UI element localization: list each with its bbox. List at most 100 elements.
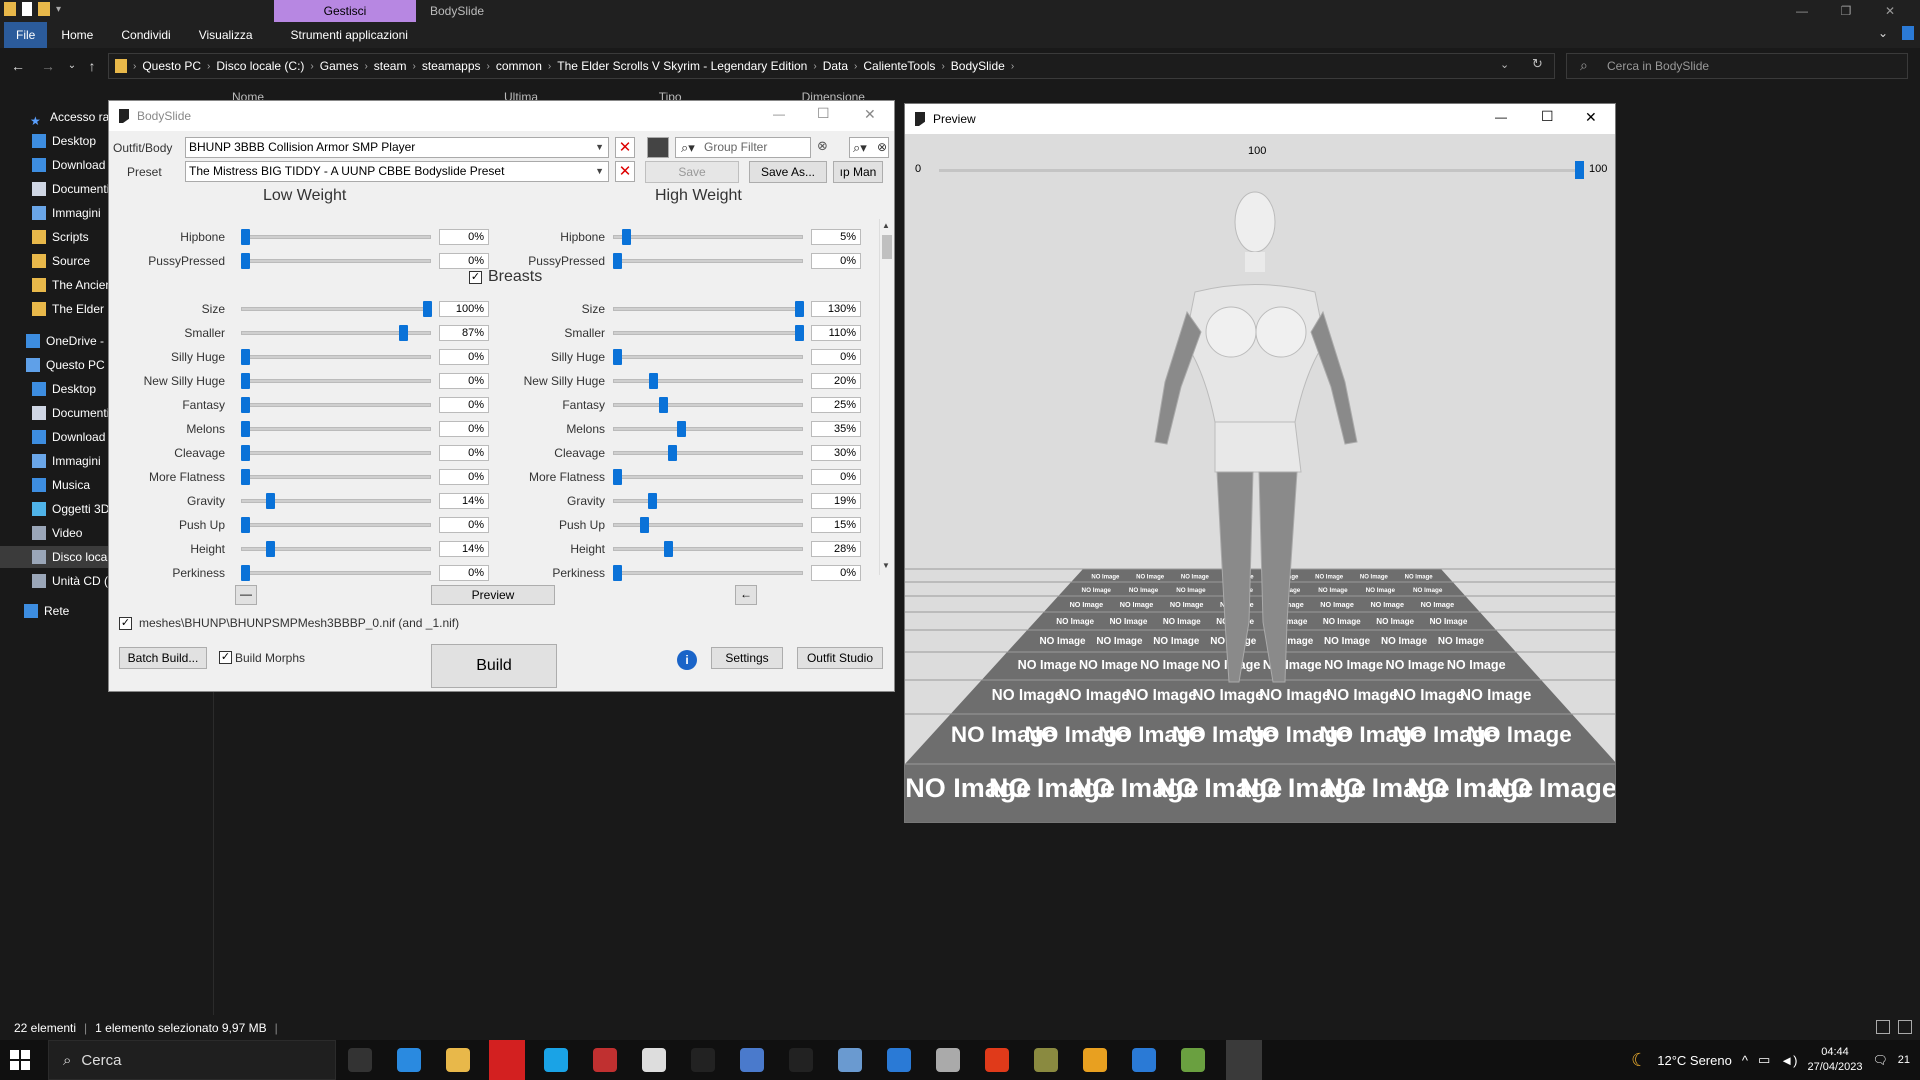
- restore-icon[interactable]: ❐: [1824, 0, 1868, 22]
- slider-value-input[interactable]: 5%: [811, 229, 861, 245]
- app-icon[interactable]: [1181, 1048, 1205, 1072]
- nav-item-17[interactable]: Video: [32, 522, 82, 544]
- app-icon[interactable]: [691, 1048, 715, 1072]
- scroll-down-icon[interactable]: ▼: [882, 561, 890, 570]
- breadcrumb-games[interactable]: Games: [320, 59, 359, 73]
- slider-track[interactable]: [241, 379, 431, 383]
- breadcrumb-skyrim[interactable]: The Elder Scrolls V Skyrim - Legendary E…: [557, 59, 807, 73]
- help-icon[interactable]: [1902, 26, 1914, 40]
- slider-value-input[interactable]: 15%: [811, 517, 861, 533]
- slider-track[interactable]: [241, 307, 431, 311]
- nav-item-5[interactable]: Scripts: [32, 226, 89, 248]
- slider-track[interactable]: [613, 403, 803, 407]
- slider-thumb[interactable]: [676, 421, 686, 437]
- clear-outfit-filter-icon[interactable]: ⊗: [877, 138, 887, 157]
- back-arrow-icon[interactable]: ←: [8, 56, 28, 76]
- slider-track[interactable]: [241, 571, 431, 575]
- slider-track[interactable]: [613, 331, 803, 335]
- skype-icon[interactable]: [544, 1048, 568, 1072]
- scroll-up-icon[interactable]: ▲: [882, 221, 890, 230]
- slider-thumb[interactable]: [241, 397, 250, 413]
- slider-track[interactable]: [241, 259, 431, 263]
- close-icon[interactable]: ✕: [1585, 109, 1597, 126]
- nav-item-14[interactable]: Immagini: [32, 450, 101, 472]
- slider-thumb[interactable]: [647, 493, 657, 509]
- slider-track[interactable]: [613, 475, 803, 479]
- address-bar[interactable]: › Questo PC › Disco locale (C:) › Games › s…: [108, 53, 1555, 79]
- address-dropdown-icon[interactable]: ⌄: [1500, 58, 1509, 71]
- close-icon[interactable]: ✕: [1868, 0, 1912, 22]
- minus-low-button[interactable]: —: [235, 585, 257, 605]
- forward-arrow-icon[interactable]: →: [38, 56, 58, 76]
- slider-track[interactable]: [241, 523, 431, 527]
- slider-value-input[interactable]: 0%: [811, 349, 861, 365]
- app-icon[interactable]: [1132, 1048, 1156, 1072]
- slider-thumb[interactable]: [613, 349, 622, 365]
- nav-item-4[interactable]: Immagini: [32, 202, 101, 224]
- choose-group-icon[interactable]: [647, 137, 669, 158]
- outfit-body-select[interactable]: BHUNP 3BBB Collision Armor SMP Player ▼: [185, 137, 609, 158]
- properties-icon[interactable]: [22, 2, 32, 16]
- outfit-filter-input[interactable]: ⌕▾ ⊗: [849, 137, 889, 158]
- slider-track[interactable]: [241, 355, 431, 359]
- tab-file[interactable]: File: [4, 22, 48, 48]
- slider-track[interactable]: [613, 451, 803, 455]
- slider-value-input[interactable]: 0%: [811, 253, 861, 269]
- slider-value-input[interactable]: 130%: [811, 301, 861, 317]
- app-icon[interactable]: [1083, 1048, 1107, 1072]
- info-icon[interactable]: i: [677, 650, 697, 670]
- slider-value-input[interactable]: 20%: [811, 373, 861, 389]
- mesh-output-checkbox[interactable]: ✓: [119, 617, 132, 630]
- nav-item-1[interactable]: Desktop: [32, 130, 96, 152]
- explorer-search-input[interactable]: Cerca in BodySlide: [1566, 53, 1908, 79]
- minimize-icon[interactable]: —: [1780, 0, 1824, 22]
- tab-strumenti-applicazioni[interactable]: Strumenti applicazioni: [277, 22, 422, 48]
- slider-value-input[interactable]: 28%: [811, 541, 861, 557]
- slider-track[interactable]: [241, 427, 431, 431]
- file-explorer-icon[interactable]: [446, 1048, 470, 1072]
- breadcrumb-questo-pc[interactable]: Questo PC: [142, 59, 201, 73]
- breadcrumb-steam[interactable]: steam: [374, 59, 407, 73]
- slider-value-input[interactable]: 0%: [811, 469, 861, 485]
- slider-track[interactable]: [613, 571, 803, 575]
- tab-visualizza[interactable]: Visualizza: [185, 22, 267, 48]
- search-icon[interactable]: ⌕▾: [681, 140, 695, 156]
- slider-thumb[interactable]: [241, 469, 250, 485]
- clear-filter-icon[interactable]: ⊗: [817, 138, 828, 154]
- slider-value-input[interactable]: 25%: [811, 397, 861, 413]
- slider-value-input[interactable]: 110%: [811, 325, 861, 341]
- opera-icon[interactable]: [489, 1040, 525, 1080]
- slider-thumb[interactable]: [663, 541, 673, 557]
- slider-thumb[interactable]: [613, 469, 622, 485]
- minus-high-button[interactable]: ←: [735, 585, 757, 605]
- tab-home[interactable]: Home: [47, 22, 107, 48]
- breadcrumb-calientetools[interactable]: CalienteTools: [863, 59, 935, 73]
- slider-value-input[interactable]: 19%: [811, 493, 861, 509]
- breadcrumb-steamapps[interactable]: steamapps: [422, 59, 481, 73]
- clock[interactable]: 04:44 27/04/2023: [1807, 1045, 1862, 1075]
- weather-icon[interactable]: ☾: [1631, 1050, 1647, 1071]
- minimize-icon[interactable]: —: [773, 107, 785, 121]
- volume-icon[interactable]: ◄): [1780, 1053, 1797, 1068]
- settings-button[interactable]: Settings: [711, 647, 783, 669]
- new-folder-icon[interactable]: [38, 2, 50, 16]
- slider-value-input[interactable]: 35%: [811, 421, 861, 437]
- build-morphs-checkbox[interactable]: ✓: [219, 651, 232, 664]
- slider-thumb[interactable]: [241, 349, 250, 365]
- app-icon[interactable]: [887, 1048, 911, 1072]
- slider-track[interactable]: [241, 403, 431, 407]
- details-view-icon[interactable]: [1876, 1020, 1890, 1034]
- slider-thumb[interactable]: [266, 541, 276, 557]
- slider-track[interactable]: [613, 307, 803, 311]
- minimize-icon[interactable]: —: [1495, 110, 1507, 124]
- app-icon[interactable]: [740, 1048, 764, 1072]
- app-icon[interactable]: [838, 1048, 862, 1072]
- slider-track[interactable]: [613, 427, 803, 431]
- slider-thumb[interactable]: [241, 253, 250, 269]
- slider-track[interactable]: [241, 451, 431, 455]
- network-icon[interactable]: ▭: [1758, 1052, 1770, 1068]
- breadcrumb-disco-locale[interactable]: Disco locale (C:): [216, 59, 304, 73]
- group-manager-button[interactable]: ıp Man: [833, 161, 883, 183]
- slider-thumb[interactable]: [241, 565, 250, 581]
- slider-thumb[interactable]: [649, 373, 659, 389]
